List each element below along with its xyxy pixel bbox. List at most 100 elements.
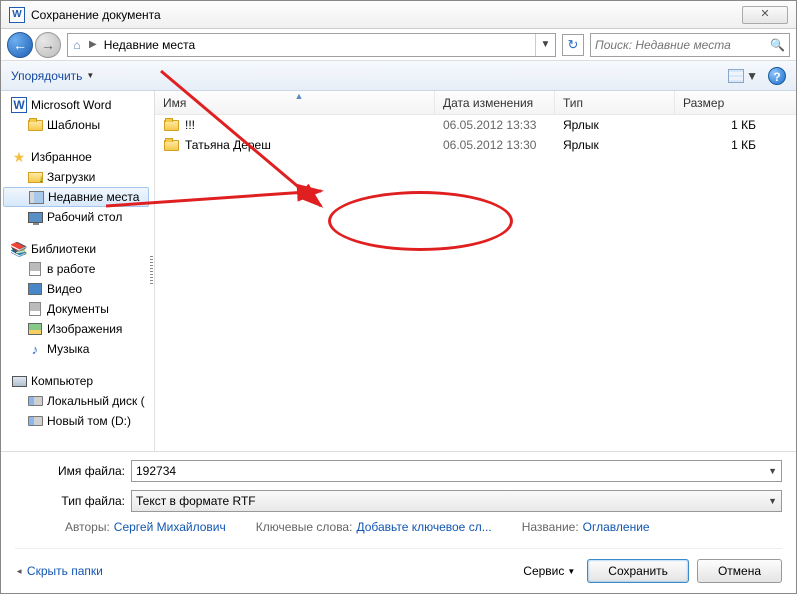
bottom-panel: Имя файла: 192734▼ Тип файла: Текст в фо…	[1, 451, 796, 593]
column-name[interactable]: Имя ▲	[155, 91, 435, 114]
chevron-down-icon: ▼	[746, 69, 758, 83]
file-name: !!!	[185, 118, 195, 132]
tree-label: Компьютер	[31, 374, 93, 388]
title-meta-value[interactable]: Оглавление	[583, 520, 650, 534]
cancel-label: Отмена	[718, 564, 761, 578]
body: W Microsoft Word Шаблоны ★Избранное Загру…	[1, 91, 796, 451]
tree-computer[interactable]: Компьютер	[1, 371, 151, 391]
tools-button[interactable]: Сервис▼	[519, 562, 579, 580]
splitter[interactable]	[151, 91, 155, 451]
navbar: ← → ⌂ ▶ Недавние места ▼ ↻ 🔍	[1, 29, 796, 61]
forward-button[interactable]: →	[35, 32, 61, 58]
title-meta-label: Название:	[522, 520, 579, 534]
authors-value[interactable]: Сергей Михайлович	[114, 520, 226, 534]
tree-music[interactable]: ♪Музыка	[1, 339, 151, 359]
file-list: Имя ▲ Дата изменения Тип Размер !!! 06.05…	[155, 91, 796, 451]
list-view-icon	[728, 69, 744, 83]
folder-shortcut-icon	[164, 120, 179, 131]
filetype-combo[interactable]: Текст в формате RTF ▼	[131, 490, 782, 512]
tree-label: Видео	[47, 282, 82, 296]
chevron-right-icon: ▶	[86, 39, 100, 50]
authors-label: Авторы:	[65, 520, 110, 534]
tree-label: Рабочий стол	[47, 210, 122, 224]
breadcrumb-crumb[interactable]: Недавние места	[100, 38, 199, 52]
save-dialog: W Сохранение документа ✕ ← → ⌂ ▶ Недавни…	[0, 0, 797, 594]
search-box[interactable]: 🔍	[590, 33, 790, 57]
tools-label: Сервис	[523, 564, 564, 578]
tree-label: Шаблоны	[47, 118, 100, 132]
organize-label: Упорядочить	[11, 69, 82, 83]
tree-images[interactable]: Изображения	[1, 319, 151, 339]
tree-label: Изображения	[47, 322, 122, 336]
tree-documents[interactable]: Документы	[1, 299, 151, 319]
word-icon: W	[11, 97, 27, 113]
view-mode-button[interactable]: ▼	[728, 69, 758, 83]
tree-libraries[interactable]: 📚Библиотеки	[1, 239, 151, 259]
tree-word[interactable]: W Microsoft Word	[1, 95, 151, 115]
tree-label: Библиотеки	[31, 242, 96, 256]
tree-label: Microsoft Word	[31, 98, 111, 112]
hide-folders-label: Скрыть папки	[27, 564, 103, 578]
sort-asc-icon: ▲	[295, 91, 304, 101]
hide-folders-button[interactable]: ▲ Скрыть папки	[15, 564, 103, 578]
recent-places-icon	[29, 191, 44, 204]
tree-label: Локальный диск (	[47, 394, 145, 408]
organize-button[interactable]: Упорядочить ▼	[11, 69, 94, 83]
column-label: Имя	[163, 96, 186, 110]
breadcrumb-dropdown[interactable]: ▼	[535, 34, 555, 56]
file-list-body: !!! 06.05.2012 13:33 Ярлык 1 КБ Татьяна …	[155, 115, 796, 451]
chevron-down-icon: ▼	[768, 496, 777, 506]
tree-label: Загрузки	[47, 170, 95, 184]
nav-tree[interactable]: W Microsoft Word Шаблоны ★Избранное Загру…	[1, 91, 151, 451]
column-type[interactable]: Тип	[555, 91, 675, 114]
keywords-value[interactable]: Добавьте ключевое сл...	[356, 520, 491, 534]
music-icon: ♪	[27, 341, 43, 357]
folder-icon	[28, 120, 43, 131]
chevron-up-icon: ▲	[14, 567, 23, 575]
breadcrumb[interactable]: ⌂ ▶ Недавние места ▼	[67, 33, 556, 57]
column-size[interactable]: Размер	[675, 91, 796, 114]
help-button[interactable]: ?	[768, 67, 786, 85]
columns-header: Имя ▲ Дата изменения Тип Размер	[155, 91, 796, 115]
tree-newvol[interactable]: Новый том (D:)	[1, 411, 151, 431]
tree-localdisk[interactable]: Локальный диск (	[1, 391, 151, 411]
images-icon	[28, 323, 42, 335]
disk-icon	[28, 416, 43, 426]
column-date[interactable]: Дата изменения	[435, 91, 555, 114]
toolbar: Упорядочить ▼ ▼ ?	[1, 61, 796, 91]
tree-desktop[interactable]: Рабочий стол	[1, 207, 151, 227]
star-icon: ★	[11, 149, 27, 165]
refresh-button[interactable]: ↻	[562, 34, 584, 56]
folder-shortcut-icon	[164, 140, 179, 151]
tree-recent-places[interactable]: Недавние места	[3, 187, 149, 207]
tree-downloads[interactable]: Загрузки	[1, 167, 151, 187]
chevron-down-icon: ▼	[86, 71, 94, 80]
file-type: Ярлык	[555, 138, 675, 152]
back-button[interactable]: ←	[7, 32, 33, 58]
filename-label: Имя файла:	[15, 464, 125, 478]
save-button[interactable]: Сохранить	[587, 559, 689, 583]
file-row[interactable]: !!! 06.05.2012 13:33 Ярлык 1 КБ	[155, 115, 796, 135]
column-label: Размер	[683, 96, 724, 110]
desktop-icon	[28, 212, 43, 223]
cancel-button[interactable]: Отмена	[697, 559, 782, 583]
file-date: 06.05.2012 13:33	[435, 118, 555, 132]
column-label: Тип	[563, 96, 583, 110]
disk-icon	[28, 396, 43, 406]
filename-input[interactable]: 192734▼	[131, 460, 782, 482]
file-row[interactable]: Татьяна Дереш 06.05.2012 13:30 Ярлык 1 К…	[155, 135, 796, 155]
tree-inwork[interactable]: в работе	[1, 259, 151, 279]
downloads-icon	[28, 172, 43, 183]
filetype-value: Текст в формате RTF	[136, 494, 256, 508]
home-icon: ⌂	[68, 38, 86, 52]
tree-favorites[interactable]: ★Избранное	[1, 147, 151, 167]
close-button[interactable]: ✕	[742, 6, 788, 24]
tree-templates[interactable]: Шаблоны	[1, 115, 151, 135]
dialog-title: Сохранение документа	[31, 8, 161, 22]
file-date: 06.05.2012 13:30	[435, 138, 555, 152]
filename-value: 192734	[136, 464, 176, 478]
tree-label: Недавние места	[48, 190, 139, 204]
search-input[interactable]	[595, 38, 770, 52]
tree-video[interactable]: Видео	[1, 279, 151, 299]
word-icon: W	[9, 7, 25, 23]
